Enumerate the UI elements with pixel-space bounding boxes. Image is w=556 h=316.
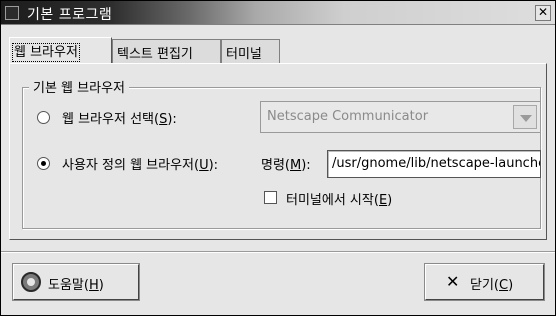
- mnemonic: H: [88, 278, 99, 293]
- browser-combo[interactable]: Netscape Communicator: [260, 101, 541, 133]
- radio-select-browser-label[interactable]: 웹 브라우저 선택(S):: [62, 108, 177, 127]
- mnemonic: S: [159, 112, 168, 127]
- command-field[interactable]: [327, 150, 541, 178]
- close-button-label: 닫기(C): [470, 278, 514, 293]
- chevron-down-icon[interactable]: [513, 105, 537, 129]
- command-input[interactable]: [328, 151, 540, 176]
- title-bar[interactable]: 기본 프로그램 ✕: [1, 1, 555, 25]
- window-title: 기본 프로그램: [27, 7, 113, 23]
- mnemonic: E: [378, 193, 388, 208]
- label-text: 터미널에서 시작: [286, 193, 374, 208]
- label-text: 웹 브라우저 선택: [62, 112, 154, 127]
- tab-web-browser[interactable]: 웹 브라우저: [9, 37, 112, 65]
- mnemonic: C: [499, 278, 509, 293]
- radio-custom-browser-label[interactable]: 사용자 정의 웹 브라우저(U):: [62, 154, 218, 173]
- close-button[interactable]: ✕ 닫기(C): [425, 264, 544, 300]
- start-in-terminal-label[interactable]: 터미널에서 시작(E): [286, 189, 392, 208]
- tab-label: 텍스트 편집기: [117, 47, 193, 62]
- radio-custom-browser[interactable]: [37, 157, 50, 170]
- radio-select-browser[interactable]: [37, 111, 50, 124]
- combo-value: Netscape Communicator: [267, 109, 429, 124]
- window-close-icon[interactable]: ✕: [535, 5, 551, 21]
- mnemonic: U: [199, 158, 209, 173]
- help-button-label: 도움말(H): [48, 278, 104, 293]
- label-text: 사용자 정의 웹 브라우저: [62, 158, 194, 173]
- group-title: 기본 웹 브라우저: [29, 77, 129, 96]
- preferences-window: 기본 프로그램 ✕ 웹 브라우저 텍스트 편집기 터미널 기본 웹 브라우저 웹…: [0, 0, 556, 316]
- start-in-terminal-checkbox[interactable]: [264, 191, 277, 204]
- window-menu-icon[interactable]: [5, 6, 19, 20]
- label-text: 명령: [261, 158, 285, 173]
- tab-terminal[interactable]: 터미널: [221, 39, 280, 64]
- mnemonic: M: [290, 158, 302, 173]
- divider: [1, 251, 555, 253]
- close-x-icon: ✕: [446, 272, 460, 291]
- tab-label: 터미널: [226, 47, 262, 62]
- tab-text-editor[interactable]: 텍스트 편집기: [112, 39, 221, 64]
- help-button[interactable]: 도움말(H): [13, 264, 139, 300]
- tab-label: 웹 브라우저: [12, 43, 80, 62]
- command-label: 명령(M):: [261, 158, 311, 173]
- help-lifebuoy-icon: [21, 272, 41, 292]
- label-text: 닫기: [470, 278, 494, 293]
- label-text: 도움말: [48, 278, 84, 293]
